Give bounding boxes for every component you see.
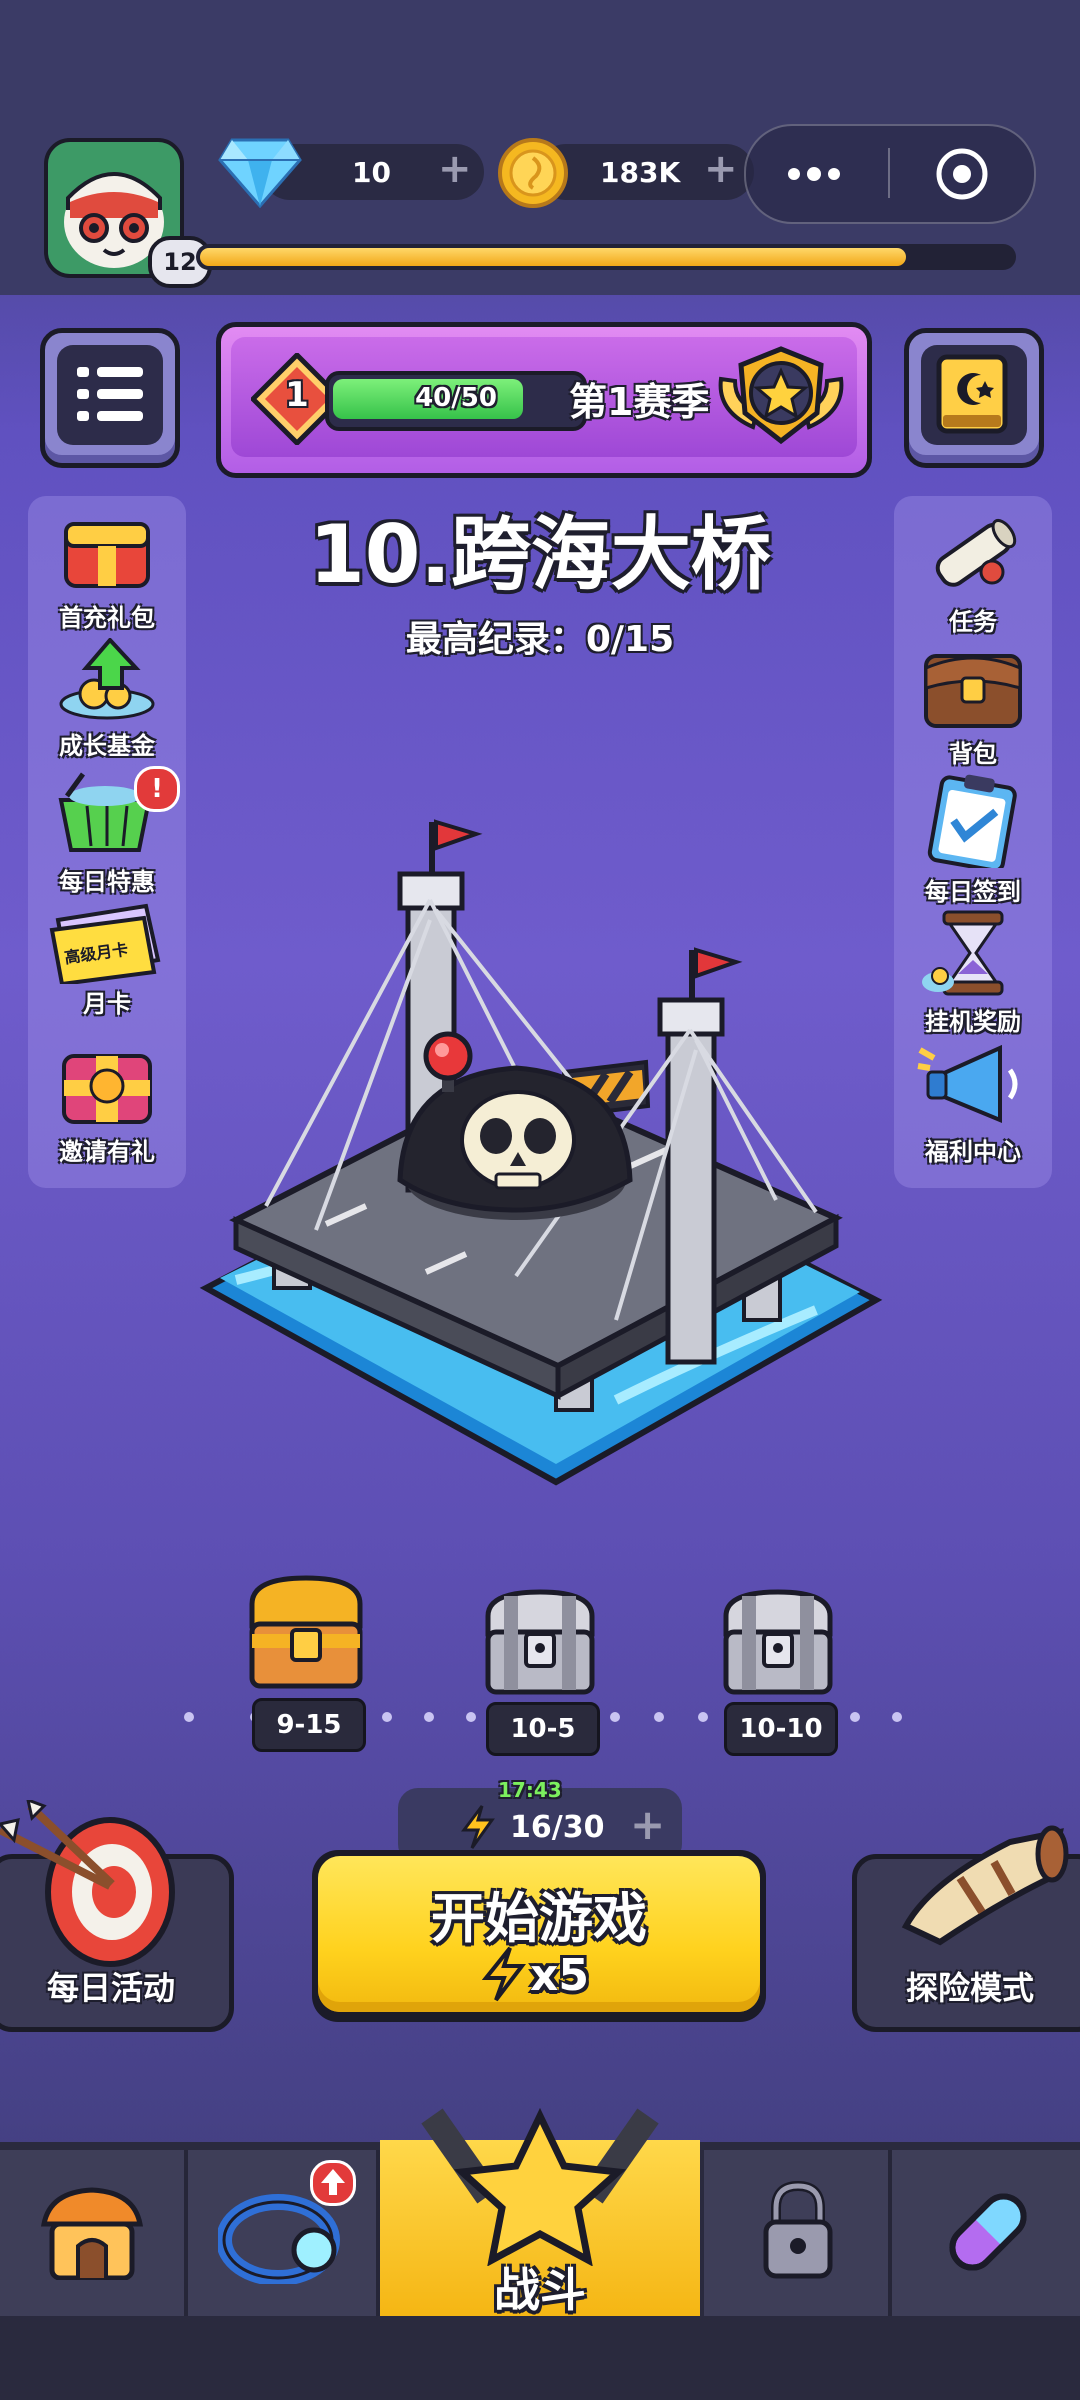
capsule-divider <box>888 148 890 198</box>
shop-icon <box>40 2184 144 2284</box>
locked-chest-icon <box>723 1589 833 1695</box>
upgrade-alert-icon <box>310 2160 356 2206</box>
right-menu-label: 任务 <box>949 608 997 636</box>
chest-label: 10-5 <box>486 1702 600 1756</box>
chest-10-10[interactable]: 10-10 <box>712 1586 844 1756</box>
lightning-icon <box>460 1804 496 1854</box>
right-menu-label: 挂机奖励 <box>925 1008 1021 1036</box>
menu-button[interactable] <box>40 328 180 468</box>
lightning-icon <box>481 1946 527 2006</box>
xp-bar-fill <box>200 248 906 266</box>
season-star-emblem-icon <box>713 341 849 457</box>
battle-star-icon <box>412 2096 668 2270</box>
right-menu-label: 背包 <box>949 740 997 768</box>
target-arrow-icon <box>0 1797 190 1974</box>
season-title: 第1赛季 <box>569 380 710 424</box>
book-icon <box>933 353 1015 443</box>
right-menu-item-tasks[interactable]: 任务 <box>894 510 1052 637</box>
megaphone-icon <box>917 1044 1018 1123</box>
adventure-mode-label: 探险模式 <box>905 1969 1034 2007</box>
nav-tab-shop[interactable] <box>0 2150 188 2316</box>
gem-add-button[interactable]: + <box>438 146 472 192</box>
energy-value: 16/30 <box>510 1810 605 1845</box>
coin-icon <box>496 136 570 214</box>
chest-10-5[interactable]: 10-5 <box>474 1586 606 1756</box>
energy-timer: 17:43 <box>498 1778 562 1802</box>
clipboard-icon <box>927 774 1017 873</box>
left-menu-label: 每日特惠 <box>59 868 155 896</box>
nav-tab-locked[interactable] <box>704 2150 892 2316</box>
left-menu-item-first-recharge[interactable]: 首充礼包 <box>28 510 186 633</box>
right-menu-item-backpack[interactable]: 背包 <box>894 638 1052 769</box>
backpack-icon <box>924 654 1022 728</box>
stage-bridge-illustration <box>196 800 886 1504</box>
mini-program-capsule <box>744 124 1036 224</box>
nav-battle-label: 战斗 <box>494 2263 586 2317</box>
season-banner[interactable]: 1 40/50 第1赛季 <box>216 322 872 478</box>
growth-fund-icon <box>59 636 155 720</box>
left-menu-item-invite[interactable]: 邀请有礼 <box>28 1036 186 1167</box>
start-game-label: 开始游戏 <box>431 1887 647 1950</box>
chest-label: 9-15 <box>252 1698 366 1752</box>
right-menu-label: 福利中心 <box>925 1138 1021 1166</box>
coin-counter: 183K + <box>538 144 754 200</box>
right-menu-item-sign-in[interactable]: 每日签到 <box>894 772 1052 907</box>
chest-9-15[interactable]: 9-15 <box>240 1574 372 1752</box>
gem-value: 10 <box>352 156 391 189</box>
left-menu-label: 首充礼包 <box>59 604 155 632</box>
close-target-icon[interactable] <box>934 146 990 206</box>
locked-chest-icon <box>485 1589 595 1695</box>
chest-label: 10-10 <box>724 1702 838 1756</box>
start-game-cost: x5 <box>530 1950 589 2001</box>
open-chest-icon <box>249 1575 363 1689</box>
right-menu-label: 每日签到 <box>925 878 1021 906</box>
left-menu-label: 邀请有礼 <box>59 1138 155 1166</box>
invite-gift-icon <box>62 1054 152 1124</box>
list-icon <box>75 359 145 433</box>
horn-icon <box>900 1822 1070 1956</box>
lock-icon <box>760 2180 836 2284</box>
capsule-pill-icon <box>936 2180 1040 2288</box>
left-menu-label: 成长基金 <box>59 732 155 760</box>
gift-pack-icon <box>64 522 150 588</box>
left-menu-item-growth-fund[interactable]: 成长基金 <box>28 636 186 761</box>
left-menu-item-monthly-card[interactable]: 高级月卡 月卡 <box>28 900 186 1019</box>
diamond-icon <box>218 136 302 212</box>
left-menu-label: 月卡 <box>83 990 131 1018</box>
coin-add-button[interactable]: + <box>704 146 738 192</box>
right-menu-item-idle-reward[interactable]: 挂机奖励 <box>894 908 1052 1037</box>
right-menu-item-welfare[interactable]: 福利中心 <box>894 1040 1052 1167</box>
season-progress-text: 40/50 <box>415 383 497 413</box>
coin-value: 183K <box>600 156 681 189</box>
more-icon[interactable] <box>786 166 842 182</box>
start-game-button[interactable]: 开始游戏 x5 <box>312 1850 766 2022</box>
energy-add-button[interactable]: + <box>630 1800 665 1849</box>
nav-tab-equipment[interactable] <box>188 2150 380 2316</box>
hourglass-icon <box>922 910 1004 996</box>
scroll-icon <box>935 518 1017 587</box>
nav-tab-items[interactable] <box>892 2150 1080 2316</box>
codex-button[interactable] <box>904 328 1044 468</box>
daily-deal-alert-badge: ! <box>134 766 180 812</box>
